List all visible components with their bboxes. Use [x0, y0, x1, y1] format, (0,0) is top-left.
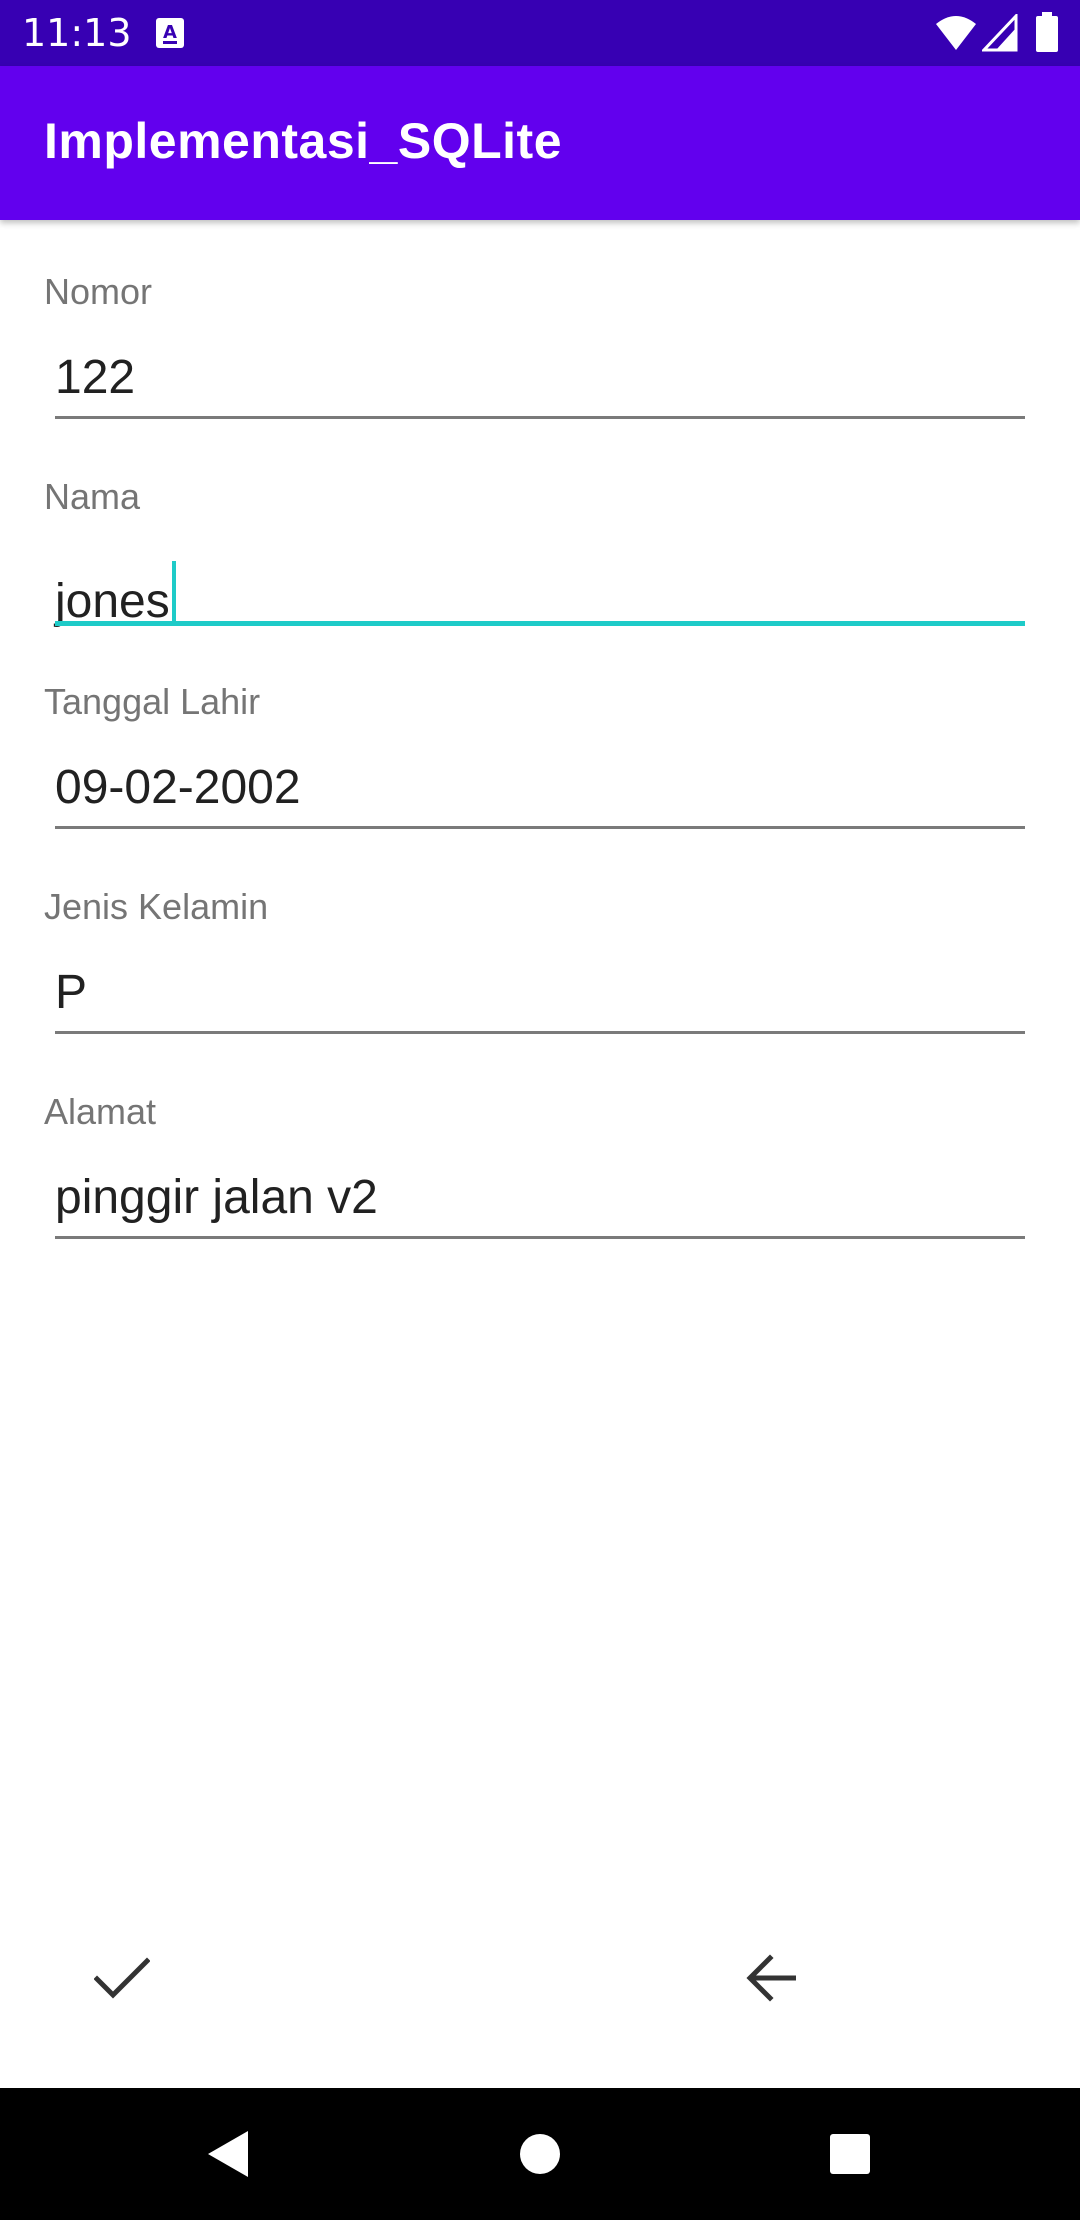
tanggal-lahir-underline	[55, 826, 1025, 829]
app-bar: Implementasi_SQLite	[0, 66, 1080, 220]
app-screen: 11:13 A Implementasi_SQLite Nomor 122 Na…	[0, 0, 1080, 2220]
status-bar: 11:13 A	[0, 0, 1080, 66]
save-button[interactable]	[74, 1930, 170, 2026]
tanggal-lahir-label: Tanggal Lahir	[44, 681, 261, 722]
status-time: 11:13	[22, 11, 132, 55]
nama-field[interactable]: jones	[55, 553, 1025, 628]
cell-signal-icon	[982, 14, 1018, 52]
alamat-underline	[55, 1236, 1025, 1239]
tanggal-lahir-field[interactable]: 09-02-2002	[55, 758, 1025, 828]
nav-back-triangle-icon	[208, 2131, 248, 2177]
nav-recents-square-icon	[830, 2134, 870, 2174]
nomor-underline	[55, 416, 1025, 419]
nama-label: Nama	[44, 476, 141, 517]
nomor-field[interactable]: 122	[55, 348, 1025, 418]
app-title: Implementasi_SQLite	[44, 113, 562, 169]
nomor-label: Nomor	[44, 271, 153, 312]
svg-text:A: A	[163, 22, 177, 43]
system-nav-bar	[0, 2088, 1080, 2220]
jenis-kelamin-label: Jenis Kelamin	[44, 886, 269, 927]
check-icon	[94, 1957, 150, 1999]
nama-underline	[55, 621, 1025, 626]
back-button[interactable]	[724, 1930, 820, 2026]
text-cursor	[171, 561, 176, 625]
alamat-field[interactable]: pinggir jalan v2	[55, 1168, 1025, 1238]
nav-recents-button[interactable]	[814, 2118, 886, 2190]
wifi-icon	[936, 16, 976, 50]
nav-home-button[interactable]	[504, 2118, 576, 2190]
jenis-kelamin-field[interactable]: P	[55, 963, 1025, 1033]
a-keyboard-icon: A	[156, 18, 184, 48]
jenis-kelamin-underline	[55, 1031, 1025, 1034]
alamat-label: Alamat	[44, 1091, 157, 1132]
battery-icon	[1036, 12, 1058, 52]
nav-back-button[interactable]	[192, 2118, 264, 2190]
arrow-back-icon	[746, 1954, 796, 2002]
nav-home-circle-icon	[520, 2134, 560, 2174]
